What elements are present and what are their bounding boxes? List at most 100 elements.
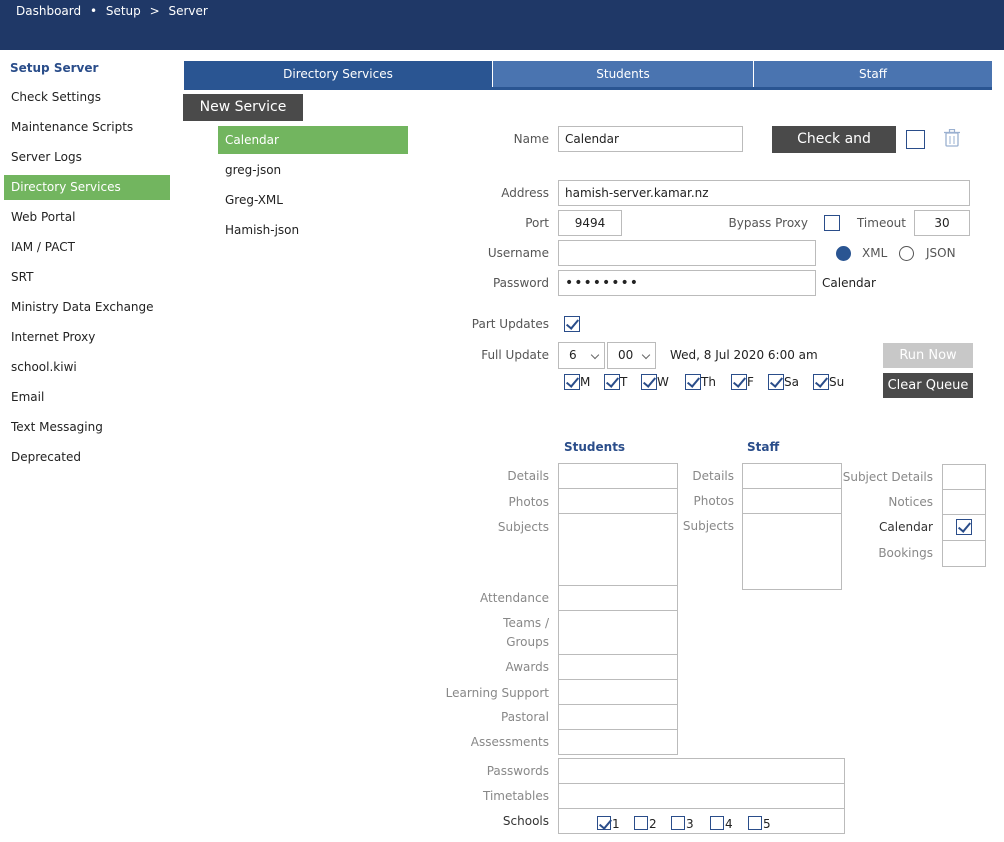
address-field[interactable]: hamish-server.kamar.nz [558,180,970,206]
staff-details-cell[interactable] [742,463,842,489]
sidebar-item-text-messaging[interactable]: Text Messaging [4,415,170,440]
name-label: Name [513,132,549,146]
bookings-cell[interactable] [942,540,986,567]
port-label: Port [525,216,549,230]
day-label-t: T [620,375,628,389]
clear-queue-button[interactable]: Clear Queue [883,373,973,398]
service-item-hamish-json[interactable]: Hamish-json [218,216,408,244]
school-checkbox-4[interactable] [710,816,724,830]
student-details-cell[interactable] [558,463,678,489]
sidebar-item-ministry-data-exchange[interactable]: Ministry Data Exchange [4,295,170,320]
student-passwords-cell[interactable] [558,758,845,784]
service-item-greg-json[interactable]: greg-json [218,156,408,184]
password-note: Calendar [822,276,876,290]
notices-cell[interactable] [942,489,986,515]
day-label-su: Su [829,375,845,389]
service-item-calendar[interactable]: Calendar [218,126,408,154]
check-and-enable-button[interactable]: Check and Enable [772,126,896,174]
students-header: Students [564,440,626,454]
bypass-proxy-checkbox[interactable] [824,215,840,231]
sidebar-item-directory-services[interactable]: Directory Services [4,175,170,200]
school-checkbox-3[interactable] [671,816,685,830]
breadcrumb-setup[interactable]: Setup [106,4,141,18]
day-checkbox-t[interactable] [604,374,620,390]
school-label-2: 2 [649,817,657,831]
student-attendance-cell[interactable] [558,585,678,611]
day-checkbox-f[interactable] [731,374,747,390]
sidebar-item-school-kiwi[interactable]: school.kiwi [4,355,170,380]
sidebar-item-iam-pact[interactable]: IAM / PACT [4,235,170,260]
breadcrumb-separator: > [149,4,160,18]
staff-header: Staff [747,440,780,454]
day-checkbox-m[interactable] [564,374,580,390]
school-checkbox-2[interactable] [634,816,648,830]
tab-directory-services[interactable]: Directory Services [184,61,493,87]
hour-select[interactable]: 6 [558,342,605,369]
subject-details-label: Subject Details [842,470,933,484]
breadcrumb-server[interactable]: Server [169,4,208,18]
staff-photos-label: Photos [693,494,734,508]
sidebar-item-web-portal[interactable]: Web Portal [4,205,170,230]
student-assessments-cell[interactable] [558,729,678,755]
breadcrumb-separator: • [89,4,98,18]
student-learning-support-cell[interactable] [558,679,678,705]
address-label: Address [501,186,549,200]
school-checkbox-5[interactable] [748,816,762,830]
sidebar-item-internet-proxy[interactable]: Internet Proxy [4,325,170,350]
timeout-field[interactable]: 30 [914,210,970,236]
tab-staff[interactable]: Staff [754,61,992,87]
school-checkbox-1[interactable] [597,816,611,830]
trash-icon[interactable] [944,128,960,150]
sidebar-item-email[interactable]: Email [4,385,170,410]
sidebar-item-server-logs[interactable]: Server Logs [4,145,170,170]
day-checkbox-w[interactable] [641,374,657,390]
calendar-checkbox[interactable] [956,519,972,535]
run-now-button[interactable]: Run Now [883,343,973,368]
sidebar-item-deprecated[interactable]: Deprecated [4,445,170,470]
day-checkbox-su[interactable] [813,374,829,390]
minute-select[interactable]: 00 [607,342,656,369]
staff-subjects-label: Subjects [682,519,734,533]
bookings-label: Bookings [878,546,933,560]
student-awards-cell[interactable] [558,654,678,680]
breadcrumb-dashboard[interactable]: Dashboard [16,4,81,18]
port-field[interactable]: 9494 [558,210,622,236]
subject-details-cell[interactable] [942,464,986,490]
sidebar-item-check-settings[interactable]: Check Settings [4,85,170,110]
student-photos-label: Photos [508,495,549,509]
school-label-3: 3 [686,817,694,831]
json-radio[interactable] [899,246,914,261]
student-teams-groups-cell[interactable] [558,610,678,655]
json-label: JSON [926,246,956,260]
sidebar-item-maintenance-scripts[interactable]: Maintenance Scripts [4,115,170,140]
school-label-5: 5 [763,817,771,831]
student-subjects-cell[interactable] [558,513,678,586]
part-updates-checkbox[interactable] [564,316,580,332]
enable-checkbox[interactable] [906,130,925,149]
student-timetables-cell[interactable] [558,783,845,809]
sidebar-item-srt[interactable]: SRT [4,265,170,290]
day-label-sa: Sa [784,375,799,389]
username-label: Username [487,246,549,260]
name-field[interactable]: Calendar [558,126,743,152]
minute-select-value: 00 [618,348,634,362]
new-service-button[interactable]: New Service [183,94,303,121]
username-field[interactable] [558,240,816,266]
breadcrumb: Dashboard • Setup > Server [16,4,213,18]
service-item-greg-xml[interactable]: Greg-XML [218,186,408,214]
student-assessments-label: Assessments [470,735,549,749]
student-passwords-label: Passwords [486,764,549,778]
student-groups-label: Groups [506,635,549,649]
calendar-label: Calendar [879,520,933,534]
staff-subjects-cell[interactable] [742,513,842,590]
student-pastoral-cell[interactable] [558,704,678,730]
staff-photos-cell[interactable] [742,488,842,514]
student-photos-cell[interactable] [558,488,678,514]
tab-students[interactable]: Students [493,61,754,87]
password-field[interactable]: •••••••• [558,270,816,296]
day-checkbox-sa[interactable] [768,374,784,390]
bypass-proxy-label: Bypass Proxy [728,216,809,230]
xml-radio[interactable] [836,246,851,261]
timeout-label: Timeout [856,216,906,230]
day-checkbox-th[interactable] [685,374,701,390]
